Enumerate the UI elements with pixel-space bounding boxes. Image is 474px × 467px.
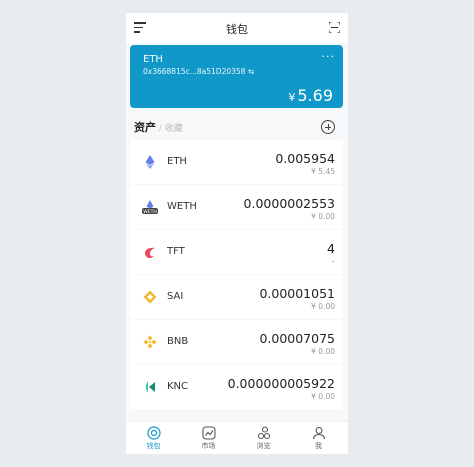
asset-row-tft[interactable]: TFT 4 – <box>130 230 343 274</box>
weth-icon: WETH <box>142 200 158 215</box>
tab-assets[interactable]: 资产 <box>134 121 156 134</box>
eth-icon <box>145 155 155 169</box>
bnb-icon <box>143 335 157 349</box>
page-title: 钱包 <box>226 23 248 36</box>
svg-text:WETH: WETH <box>143 209 156 215</box>
top-bar: 钱包 <box>126 13 348 43</box>
add-asset-button[interactable] <box>321 120 335 134</box>
knc-icon <box>146 381 155 393</box>
tab-wallet[interactable]: 钱包 <box>126 422 181 454</box>
wallet-card[interactable]: ETH 0x3668815c...8a51D20358 ⇆ ··· ¥5.69 <box>130 45 343 108</box>
tft-icon <box>145 247 155 258</box>
wallet-name: ETH <box>143 54 163 65</box>
tab-favorites[interactable]: 收藏 <box>165 124 183 134</box>
browse-icon <box>257 426 270 440</box>
more-button[interactable]: ··· <box>322 50 336 63</box>
wallet-address: 0x3668815c...8a51D20358 ⇆ <box>143 67 255 76</box>
wallet-icon <box>146 426 161 440</box>
copy-icon[interactable]: ⇆ <box>248 67 254 76</box>
asset-row-bnb[interactable]: BNB 0.00007075 ¥ 0.00 <box>130 320 343 364</box>
asset-row-sai[interactable]: SAI 0.00001051 ¥ 0.00 <box>130 275 343 319</box>
market-icon <box>201 426 216 440</box>
sai-icon <box>143 290 157 304</box>
asset-row-eth[interactable]: ETH 0.005954 ¥ 5.45 <box>130 140 343 184</box>
scan-icon[interactable] <box>329 22 340 33</box>
assets-tabs: 资产 / 收藏 <box>134 121 183 134</box>
profile-icon <box>312 426 325 440</box>
bottom-tab-bar: 钱包 市场 浏览 我 <box>126 421 348 454</box>
tab-browse[interactable]: 浏览 <box>236 422 291 454</box>
asset-row-knc[interactable]: KNC 0.000000005922 ¥ 0.00 <box>130 365 343 409</box>
tab-profile[interactable]: 我 <box>291 422 346 454</box>
tab-market[interactable]: 市场 <box>181 422 236 454</box>
wallet-app: 钱包 ETH 0x3668815c...8a51D20358 ⇆ ··· ¥5.… <box>126 13 348 454</box>
asset-row-weth[interactable]: WETH WETH 0.0000002553 ¥ 0.00 <box>130 185 343 229</box>
wallet-balance: ¥5.69 <box>288 86 333 105</box>
